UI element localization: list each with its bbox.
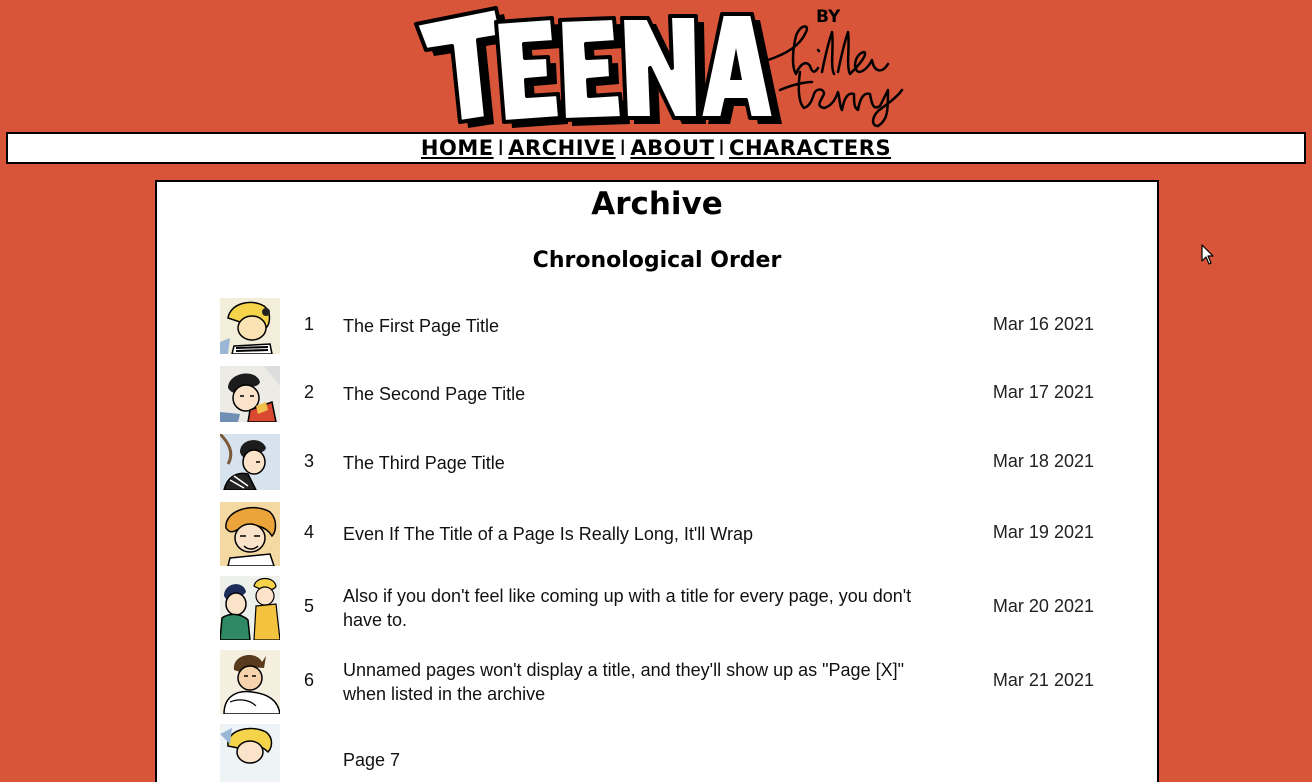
page-thumbnail[interactable] [220,298,280,354]
page-date: Mar 16 2021 [992,314,1094,334]
page-thumbnail[interactable] [220,650,280,714]
page-number: 3 [304,451,315,471]
page-number: 6 [304,670,315,690]
page-thumbnail[interactable] [220,502,280,566]
page-thumbnail[interactable] [220,576,280,640]
nav-home-link[interactable]: HOME [421,136,494,160]
archive-row[interactable]: Page 7 [220,724,1100,782]
nav-archive-link[interactable]: ARCHIVE [508,136,615,160]
page-date: Mar 21 2021 [992,670,1094,690]
nav-characters-link[interactable]: CHARACTERS [729,136,891,160]
page-title-link[interactable]: The Third Page Title [343,451,933,475]
page-date: Mar 19 2021 [992,522,1094,542]
page-thumbnail[interactable] [220,724,280,782]
site-header: BY [0,0,1312,132]
page-date: Mar 17 2021 [992,382,1094,402]
page-title: Archive [591,186,723,222]
mouse-cursor-icon [1201,244,1214,265]
page-thumbnail[interactable] [220,366,280,422]
page-title-link[interactable]: The First Page Title [343,314,933,338]
page-title-link[interactable]: The Second Page Title [343,382,933,406]
archive-row[interactable]: 2 The Second Page Title Mar 17 2021 [220,366,1100,422]
nav-about-link[interactable]: ABOUT [630,136,714,160]
page-number: 4 [304,522,315,542]
page-number: 5 [304,596,315,616]
page-title-link[interactable]: Also if you don't feel like coming up wi… [343,584,933,632]
nav-separator: I [619,136,627,160]
page-date: Mar 20 2021 [992,596,1094,616]
page-title-link[interactable]: Unnamed pages won't display a title, and… [343,658,933,706]
nav-separator: I [718,136,726,160]
archive-row[interactable]: 1 The First Page Title Mar 16 2021 [220,298,1100,354]
main-nav: HOME I ARCHIVE I ABOUT I CHARACTERS [6,132,1306,164]
section-title: Chronological Order [532,248,782,273]
page-date: Mar 18 2021 [992,451,1094,471]
nav-separator: I [497,136,505,160]
archive-row[interactable]: 3 The Third Page Title Mar 18 2021 [220,434,1100,490]
page-thumbnail[interactable] [220,434,280,490]
page-number: 1 [304,314,315,334]
site-logo[interactable]: BY [408,2,908,130]
archive-panel: Archive Chronological Order 1 The First … [155,180,1159,782]
archive-row[interactable]: Unnamed pages won't display a title, and… [220,650,1100,714]
page-title-link[interactable]: Page 7 [343,748,933,772]
archive-row[interactable]: Also if you don't feel like coming up wi… [220,576,1100,640]
archive-row[interactable]: 4 Even If The Title of a Page Is Really … [220,502,1100,566]
svg-text:BY: BY [816,7,841,27]
page-title-link[interactable]: Even If The Title of a Page Is Really Lo… [343,522,933,546]
page-number: 2 [304,382,315,402]
